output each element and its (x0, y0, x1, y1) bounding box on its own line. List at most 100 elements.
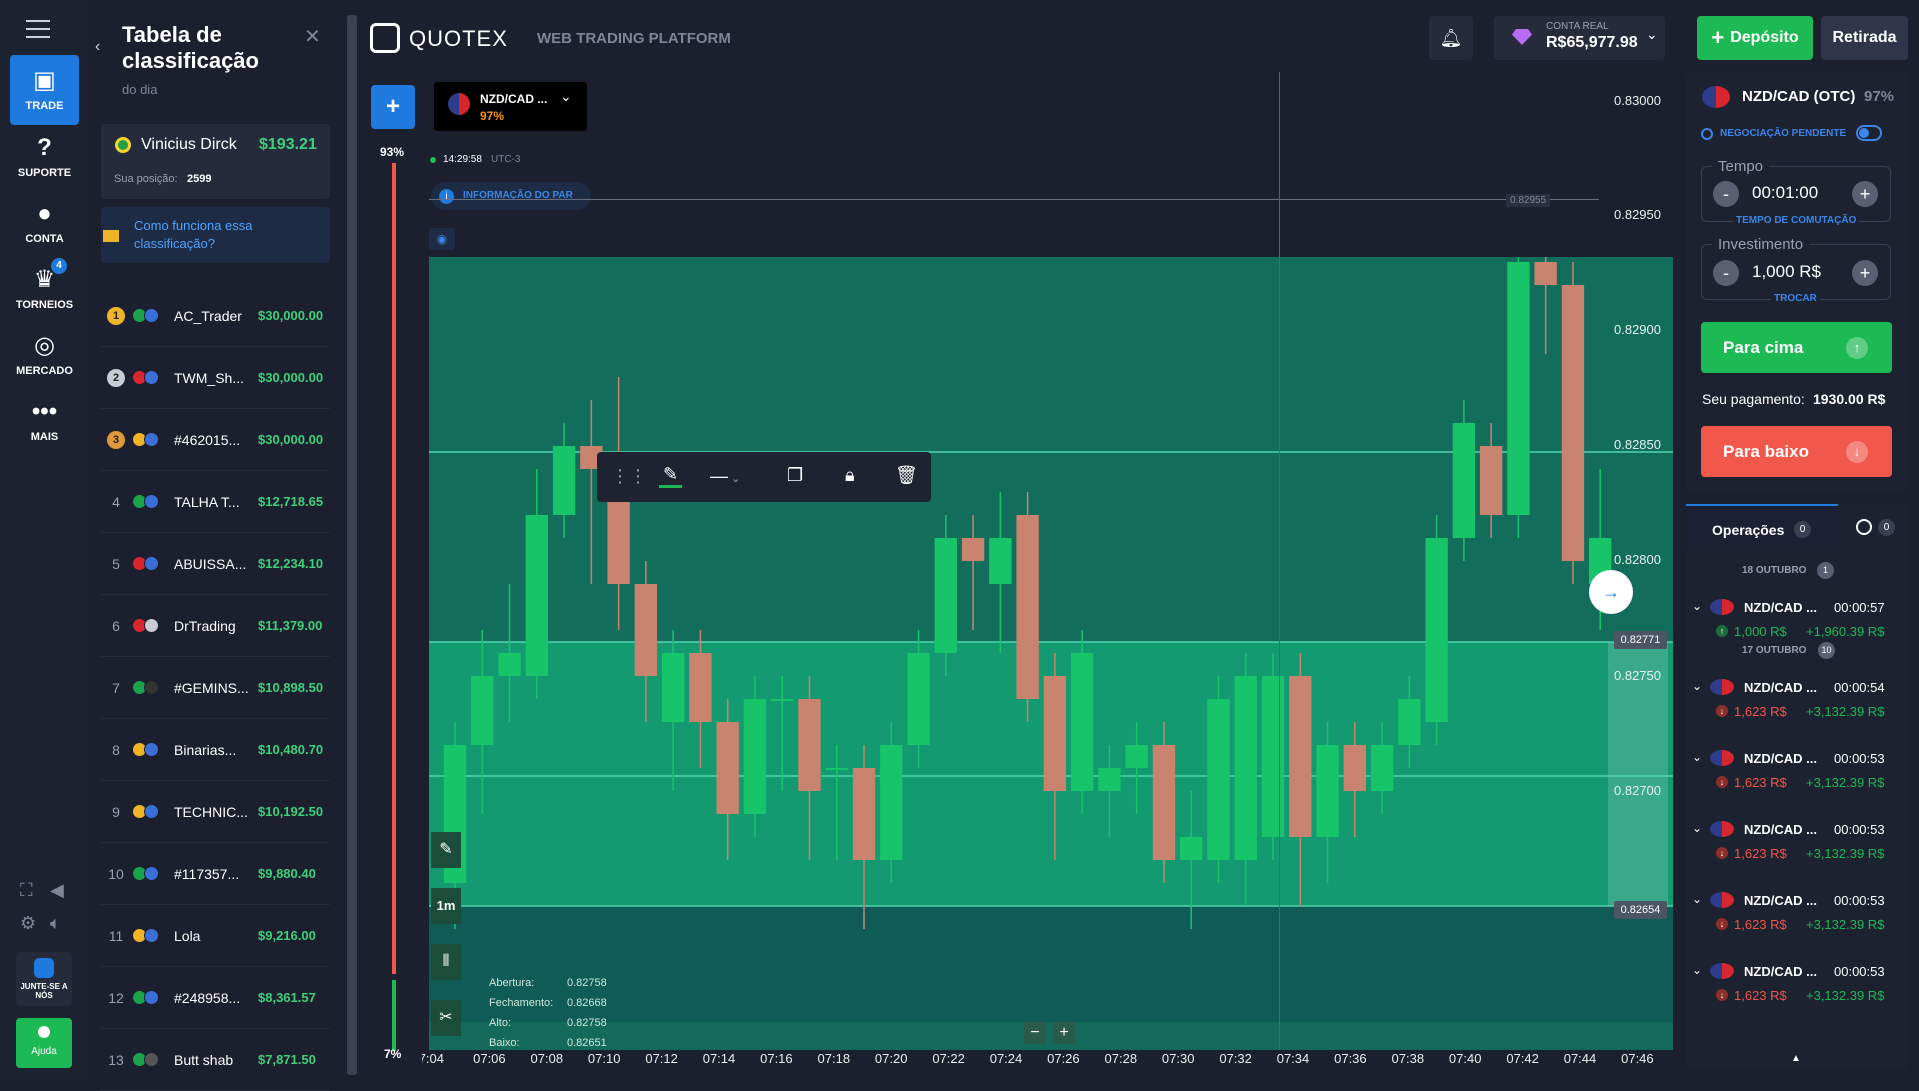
time-sub-link[interactable]: TEMPO DE COMUTAÇÃO (1733, 215, 1860, 226)
scroll-up-icon[interactable]: ▲ (1791, 1053, 1801, 1064)
nav-item-trade[interactable]: ▣ TRADE (10, 55, 79, 125)
candle-body[interactable] (634, 584, 658, 676)
operation-item[interactable]: ⌄ NZD/CAD ... 00:00:53 ↓ 1,623 R$ +3,132.39 R… (1688, 821, 1898, 891)
pencil-color-icon[interactable]: ✎ (659, 464, 683, 488)
add-asset-button[interactable]: + (371, 85, 415, 129)
timeframe-button[interactable]: 1m (431, 888, 461, 924)
candle-body[interactable] (1452, 423, 1476, 538)
indicators-button[interactable]: ✂ (431, 1000, 461, 1036)
leaderboard-row[interactable]: 11 Lola $9,216.00 (100, 905, 330, 967)
candle-body[interactable] (1180, 837, 1203, 860)
zoom-out-button[interactable]: − (1024, 1022, 1046, 1044)
leaderboard-row[interactable]: 8 Binarias... $10,480.70 (100, 719, 330, 781)
candle-body[interactable] (1507, 262, 1530, 515)
down-button[interactable]: Para baixo ↓ (1701, 426, 1892, 477)
line-style-icon[interactable]: — ⌄ (710, 466, 740, 487)
scroll-to-latest-button[interactable]: → (1589, 570, 1633, 614)
candle-body[interactable] (1289, 676, 1312, 837)
operation-item[interactable]: ⌄ NZD/CAD ... 00:00:57 ↑ 1,000 R$ +1,960.39 R… (1688, 599, 1898, 669)
account-selector[interactable]: CONTA REAL R$65,977.98 ⌄ (1494, 16, 1665, 60)
nav-item-support[interactable]: ? SUPORTE (10, 122, 79, 192)
help-button[interactable]: Ajuda (16, 1018, 72, 1068)
nav-item-more[interactable]: ••• MAIS (10, 386, 79, 456)
lock-icon[interactable]: 🔒︎ (845, 465, 855, 486)
candle-body[interactable] (607, 492, 630, 584)
candle-body[interactable] (1098, 768, 1121, 791)
leaderboard-row[interactable]: 3 #462015... $30,000.00 (100, 409, 330, 471)
candle-body[interactable] (471, 676, 494, 745)
candle-body[interactable] (1070, 653, 1094, 791)
leaderboard-row[interactable]: 1 AC_Trader $30,000.00 (100, 285, 330, 347)
withdraw-button[interactable]: Retirada (1821, 16, 1908, 60)
join-us-button[interactable]: JUNTE-SE A NÓS (16, 952, 72, 1006)
candle-body[interactable] (989, 538, 1012, 584)
operation-item[interactable]: ⌄ NZD/CAD ... 00:00:54 ↓ 1,623 R$ +3,132.39 R… (1688, 679, 1898, 749)
candle-body[interactable] (771, 699, 794, 701)
fullscreen-icon[interactable]: ⛶ (20, 880, 33, 901)
candle-body[interactable] (525, 515, 548, 676)
candle-body[interactable] (1125, 745, 1148, 768)
operations-tab[interactable]: Operações 0 (1686, 504, 1838, 550)
leaderboard-row[interactable]: 6 DrTrading $11,379.00 (100, 595, 330, 657)
operation-item[interactable]: ⌄ NZD/CAD ... 00:00:53 ↓ 1,623 R$ +3,132.39 R… (1688, 963, 1898, 1033)
candle-body[interactable] (743, 699, 767, 814)
candle-body[interactable] (661, 653, 685, 722)
sound-icon[interactable]: 🔈︎ (50, 913, 61, 934)
history-tab[interactable]: 0 (1838, 504, 1908, 550)
candle-body[interactable] (798, 699, 821, 791)
candle-body[interactable] (934, 538, 957, 653)
leaderboard-row[interactable]: 4 TALHA T... $12,718.65 (100, 471, 330, 533)
leaderboard-row[interactable]: 7 #GEMINS... $10,898.50 (100, 657, 330, 719)
candle-body[interactable] (1561, 285, 1585, 561)
drag-handle-icon[interactable]: ⋮⋮ (611, 466, 647, 487)
candle-body[interactable] (1043, 676, 1067, 791)
nav-item-tournaments[interactable]: ♛ TORNEIOS 4 (10, 254, 79, 324)
candle-body[interactable] (825, 768, 848, 770)
candle-body[interactable] (1207, 699, 1230, 860)
invest-minus-button[interactable]: - (1713, 260, 1739, 286)
time-value[interactable]: 00:01:00 (1752, 183, 1818, 203)
notifications-button[interactable]: 🔔︎ (1429, 16, 1473, 60)
candle-body[interactable] (1316, 745, 1339, 837)
candle-body[interactable] (880, 745, 903, 860)
gear-icon[interactable]: ⚙ (20, 913, 36, 934)
leaderboard-row[interactable]: 13 Butt shab $7,871.50 (100, 1029, 330, 1091)
leaderboard-scrollbar[interactable] (347, 15, 357, 1075)
candle-body[interactable] (1534, 262, 1557, 285)
candle-body[interactable] (1261, 676, 1285, 837)
candle-body[interactable] (1152, 745, 1176, 860)
back-arrow-icon[interactable]: ◀ (50, 880, 64, 901)
time-plus-button[interactable]: + (1852, 181, 1878, 207)
leaderboard-row[interactable]: 5 ABUISSA... $12,234.10 (100, 533, 330, 595)
candle-body[interactable] (1370, 745, 1394, 791)
operation-item[interactable]: ⌄ NZD/CAD ... 00:00:53 ↓ 1,623 R$ +3,132.39 R… (1688, 892, 1898, 962)
candle-body[interactable] (961, 538, 985, 561)
candle-body[interactable] (907, 653, 930, 745)
invest-value[interactable]: 1,000 R$ (1752, 262, 1821, 282)
leaderboard-row[interactable]: 12 #248958... $8,361.57 (100, 967, 330, 1029)
candle-body[interactable] (498, 653, 521, 676)
candle-body[interactable] (1234, 676, 1257, 860)
candle-body[interactable] (716, 722, 739, 814)
close-icon[interactable]: ✕ (304, 24, 321, 49)
nav-item-account[interactable]: ● CONTA (10, 188, 79, 258)
eye-button[interactable]: ◉ (429, 228, 455, 250)
candle-body[interactable] (1398, 699, 1421, 745)
asset-tab[interactable]: NZD/CAD ... ⌄ 97% (434, 82, 587, 131)
draw-tool-button[interactable]: ✎ (431, 832, 461, 868)
leaderboard-row[interactable]: 10 #117357... $9,880.40 (100, 843, 330, 905)
deposit-button[interactable]: + Depósito (1697, 16, 1813, 60)
up-button[interactable]: Para cima ↑ (1701, 322, 1892, 373)
pair-info-button[interactable]: i INFORMAÇÃO DO PAR (431, 182, 591, 210)
chart-type-button[interactable]: ⫴ (431, 944, 461, 980)
operation-item[interactable]: ⌄ NZD/CAD ... 00:00:53 ↓ 1,623 R$ +3,132.39 R… (1688, 750, 1898, 820)
candle-body[interactable] (689, 653, 712, 722)
leaderboard-row[interactable]: 2 TWM_Sh... $30,000.00 (100, 347, 330, 409)
candle-body[interactable] (1016, 515, 1039, 699)
copy-icon[interactable]: ❐ (787, 465, 803, 486)
time-minus-button[interactable]: - (1713, 181, 1739, 207)
zoom-in-button[interactable]: + (1053, 1022, 1075, 1044)
trash-icon[interactable]: 🗑︎ (895, 465, 918, 486)
pending-toggle[interactable] (1856, 125, 1882, 141)
candle-body[interactable] (552, 446, 576, 515)
